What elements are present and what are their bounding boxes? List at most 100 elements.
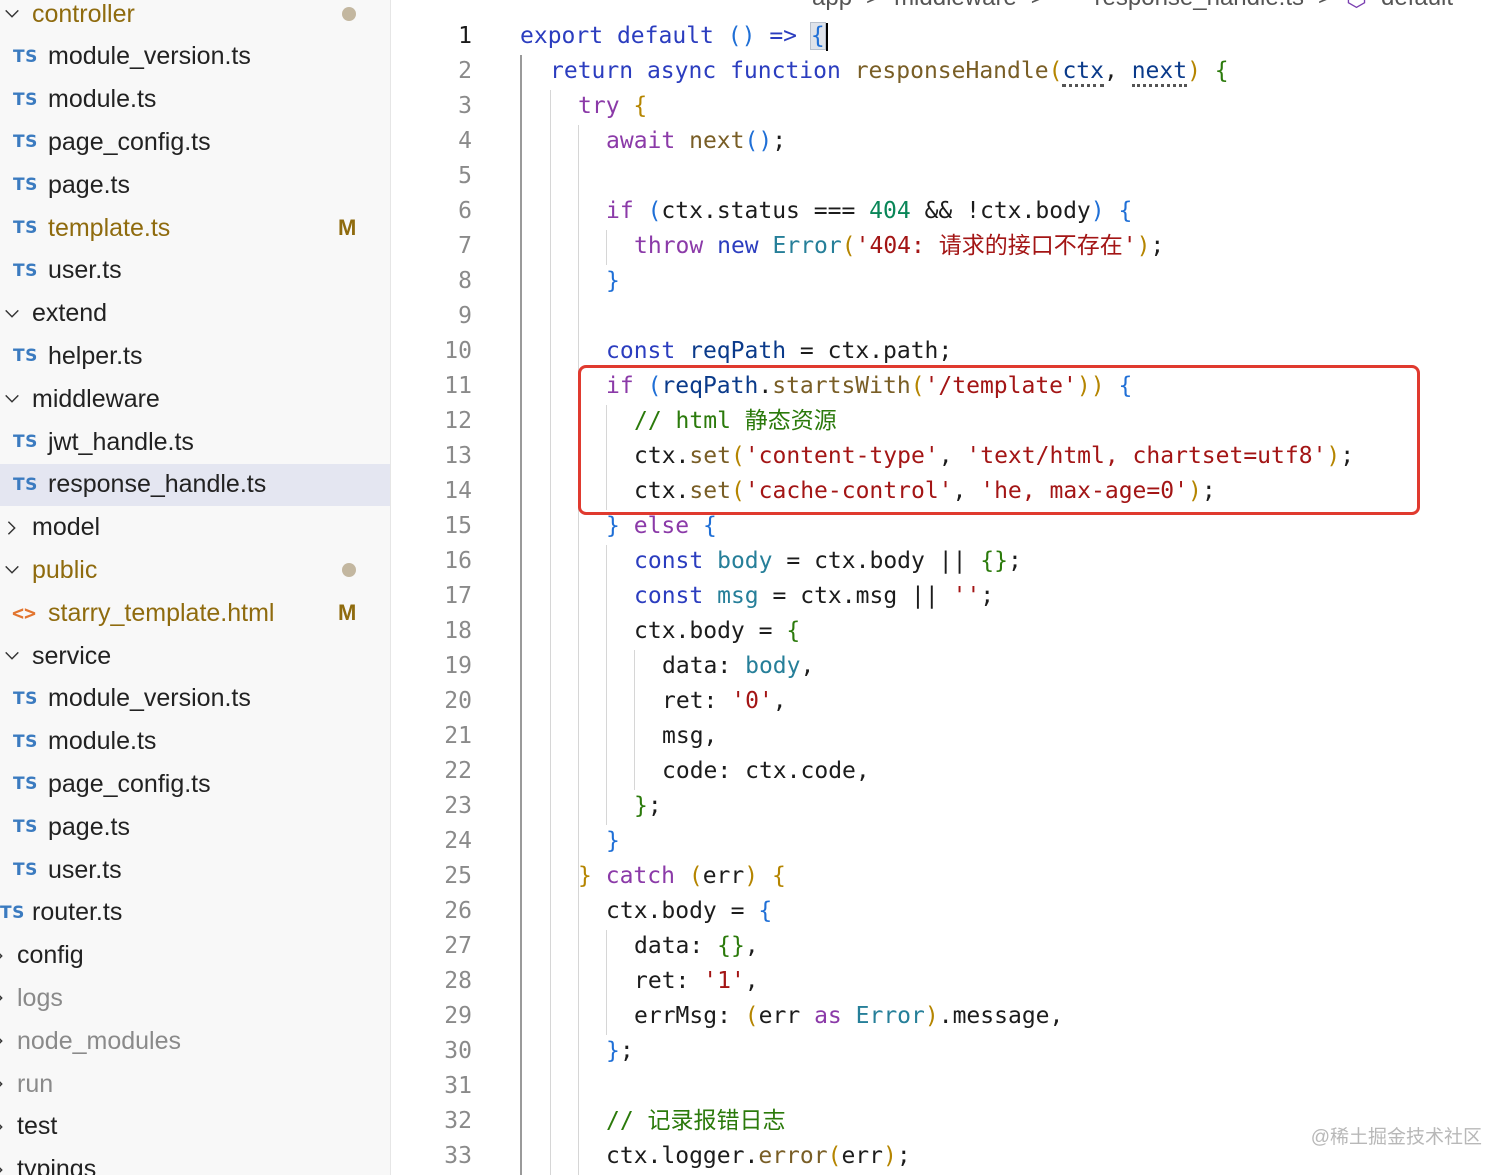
- code-line[interactable]: }: [606, 264, 620, 299]
- tree-item-response-handle-ts[interactable]: TS response_handle.ts: [0, 463, 390, 506]
- code-line[interactable]: } catch (err) {: [578, 859, 786, 894]
- code-line[interactable]: if (ctx.status === 404 && !ctx.body) {: [606, 194, 1132, 229]
- breadcrumb-symbol[interactable]: default: [1381, 0, 1453, 14]
- tree-item-controller[interactable]: controller: [0, 0, 390, 35]
- tree-item-user-ts[interactable]: TS user.ts: [0, 849, 390, 891]
- tree-item-logs[interactable]: logs: [0, 977, 390, 1019]
- code-token: {: [1214, 58, 1229, 84]
- tree-item-module-version-ts[interactable]: TS module_version.ts: [0, 36, 390, 78]
- code-line[interactable]: ctx.body = {: [606, 894, 772, 929]
- code-line[interactable]: const body = ctx.body || {};: [634, 544, 1022, 579]
- tree-item-extend[interactable]: extend: [0, 293, 390, 335]
- code-line[interactable]: ret: '1',: [634, 964, 759, 999]
- code-editor[interactable]: app > middleware > TS response_handle.ts…: [392, 0, 1512, 1175]
- tree-item-jwt-handle-ts[interactable]: TS jwt_handle.ts: [0, 421, 390, 463]
- chevron-right-icon[interactable]: [0, 1159, 10, 1175]
- code-token: data:: [662, 653, 732, 679]
- tree-item-label: model: [32, 513, 101, 542]
- code-line[interactable]: data: body,: [662, 649, 814, 684]
- tree-item-public[interactable]: public: [0, 549, 390, 591]
- code-token: ret:: [662, 688, 718, 714]
- tree-item-router-ts[interactable]: TS router.ts: [0, 892, 390, 934]
- tree-item-template-ts[interactable]: TS template.ts M: [0, 207, 390, 249]
- chevron-right-icon[interactable]: [1, 517, 23, 539]
- code-token: {: [633, 93, 648, 119]
- code-line[interactable]: };: [634, 789, 662, 824]
- tree-item-service[interactable]: service: [0, 635, 390, 677]
- tree-item-middleware[interactable]: middleware: [0, 378, 390, 420]
- tree-item-user-ts[interactable]: TS user.ts: [0, 250, 390, 292]
- code-line[interactable]: try {: [578, 89, 647, 124]
- chevron-right-icon[interactable]: [0, 987, 10, 1009]
- tree-item-test[interactable]: test: [0, 1106, 390, 1148]
- chevron-down-icon[interactable]: [1, 645, 23, 667]
- code-token: (): [744, 128, 773, 154]
- line-number: 17: [444, 583, 472, 609]
- code-token: (: [841, 233, 856, 259]
- tree-item-helper-ts[interactable]: TS helper.ts: [0, 335, 390, 377]
- code-line[interactable]: // 记录报错日志: [606, 1104, 786, 1139]
- chevron-right-icon[interactable]: [0, 1116, 10, 1138]
- code-line[interactable]: return async function responseHandle(ctx…: [550, 54, 1229, 89]
- code-line[interactable]: ctx.logger.error(err);: [606, 1139, 911, 1174]
- tree-item-label: typings: [17, 1155, 97, 1175]
- code-line[interactable]: await next();: [606, 124, 786, 159]
- tree-item-label: module_version.ts: [48, 684, 251, 713]
- code-line[interactable]: const msg = ctx.msg || '';: [634, 579, 994, 614]
- tree-item-module-ts[interactable]: TS module.ts: [0, 79, 390, 121]
- code-line[interactable]: ctx.body = {: [634, 614, 800, 649]
- code-token: (: [744, 1003, 759, 1029]
- breadcrumb-app[interactable]: app: [812, 0, 852, 14]
- tree-item-model[interactable]: model: [0, 507, 390, 549]
- tree-item-run[interactable]: run: [0, 1063, 390, 1105]
- chevron-down-icon[interactable]: [1, 303, 23, 325]
- code-line[interactable]: };: [606, 1034, 634, 1069]
- tree-item-page-ts[interactable]: TS page.ts: [0, 164, 390, 206]
- code-line[interactable]: }: [606, 824, 620, 859]
- code-token: =: [772, 583, 787, 609]
- code-line[interactable]: errMsg: (err as Error).message,: [634, 999, 1063, 1034]
- code-token: else: [633, 513, 690, 539]
- code-token: default: [616, 23, 714, 49]
- tree-item-module-version-ts[interactable]: TS module_version.ts: [0, 678, 390, 720]
- chevron-right-icon[interactable]: [0, 1030, 10, 1052]
- chevron-down-icon[interactable]: [1, 3, 23, 25]
- breadcrumb-middleware[interactable]: middleware: [894, 0, 1017, 14]
- chevron-down-icon[interactable]: [1, 559, 23, 581]
- chevron-down-icon[interactable]: [1, 388, 23, 410]
- breadcrumb-file[interactable]: response_handle.ts: [1095, 0, 1304, 14]
- code-token: (: [647, 198, 662, 224]
- tree-item-label: page_config.ts: [48, 769, 211, 798]
- chevron-right-icon[interactable]: [0, 1073, 10, 1095]
- code-token: next: [1131, 58, 1188, 87]
- code-token: ,: [744, 933, 759, 959]
- code-token: ): [883, 1143, 897, 1169]
- tree-item-page-config-ts[interactable]: TS page_config.ts: [0, 763, 390, 805]
- tree-item-module-ts[interactable]: TS module.ts: [0, 721, 390, 763]
- code-line[interactable]: data: {},: [634, 929, 759, 964]
- tree-item-page-config-ts[interactable]: TS page_config.ts: [0, 121, 390, 163]
- line-number: 1: [458, 23, 472, 49]
- chevron-right-icon[interactable]: [0, 945, 10, 967]
- indent-guide: [606, 930, 607, 1035]
- tree-item-label: service: [32, 641, 112, 670]
- code-line[interactable]: code: ctx.code,: [662, 754, 870, 789]
- line-number: 20: [444, 688, 472, 714]
- tree-item-starry-template-html[interactable]: <> starry_template.html M: [0, 592, 390, 634]
- code-line[interactable]: ret: '0',: [662, 684, 787, 719]
- code-line[interactable]: const reqPath = ctx.path;: [606, 334, 952, 369]
- code-line[interactable]: msg,: [662, 719, 717, 754]
- ts-file-icon: TS: [13, 218, 38, 238]
- code-line[interactable]: throw new Error('404: 请求的接口不存在');: [634, 229, 1164, 264]
- code-line[interactable]: export default () => {: [520, 19, 828, 54]
- tree-item-node-modules[interactable]: node_modules: [0, 1020, 390, 1062]
- tree-item-config[interactable]: config: [0, 935, 390, 977]
- line-number: 18: [444, 618, 472, 644]
- tree-item-typings[interactable]: typings: [0, 1149, 390, 1175]
- tree-item-page-ts[interactable]: TS page.ts: [0, 806, 390, 848]
